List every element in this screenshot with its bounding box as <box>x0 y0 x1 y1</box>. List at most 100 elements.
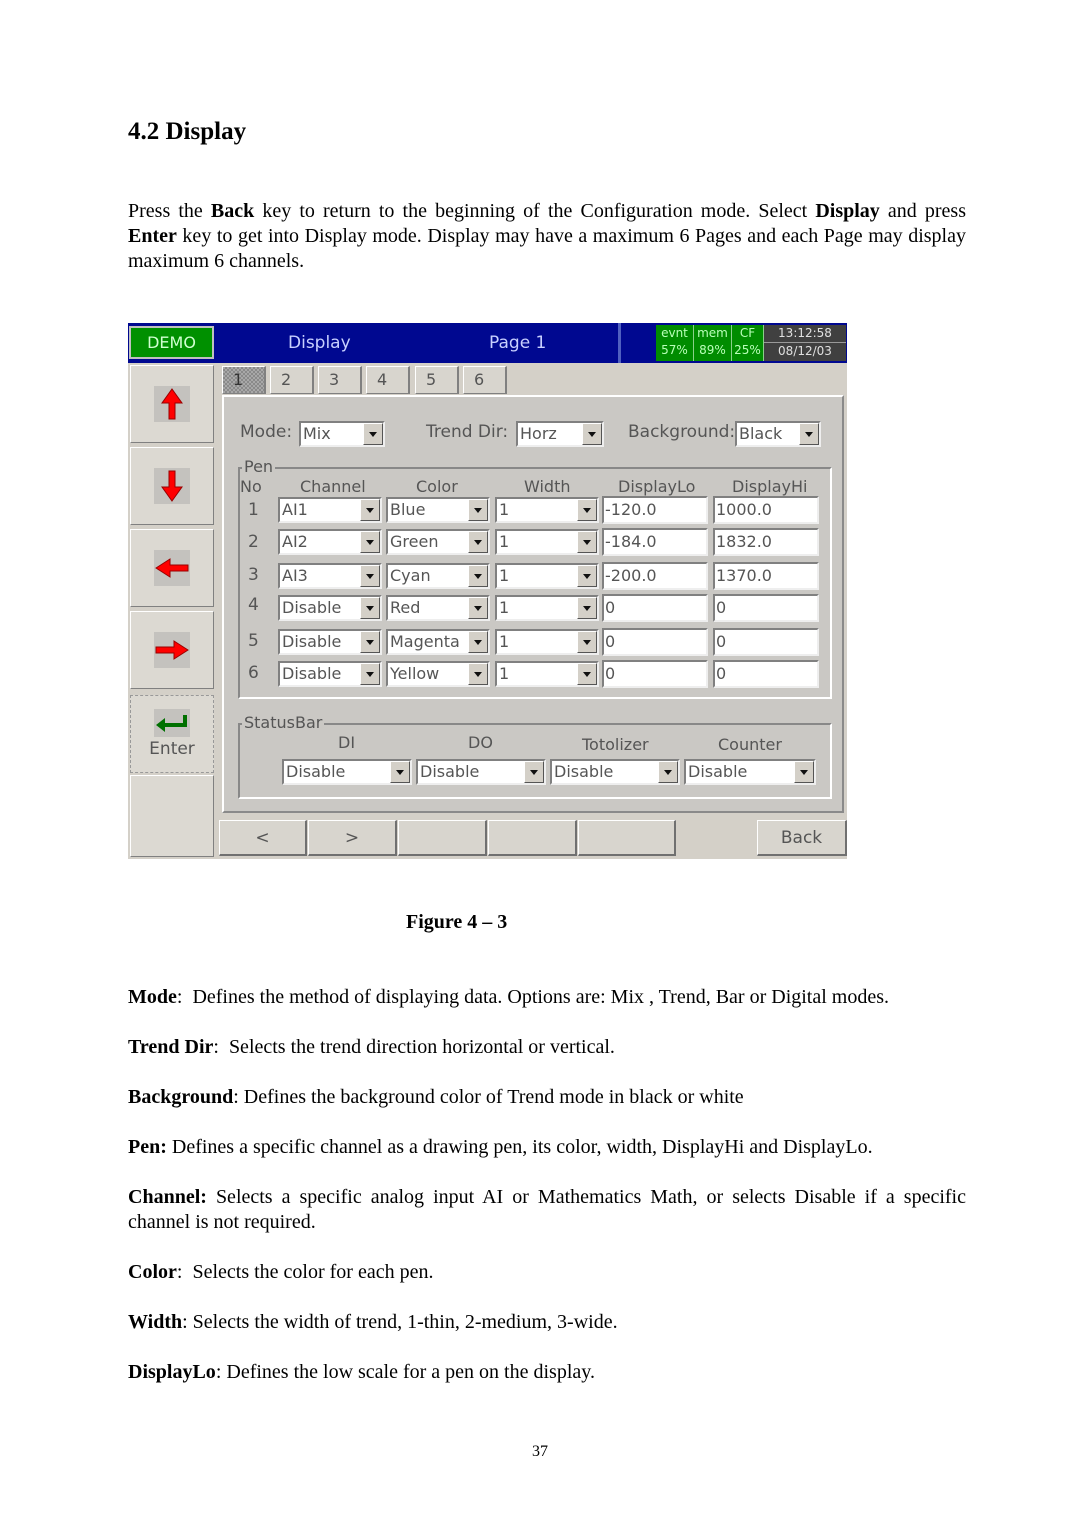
di-select[interactable]: Disable <box>282 759 412 785</box>
definition-text: Selects a specific analog input AI or Ma… <box>128 1186 966 1233</box>
chevron-down-icon[interactable] <box>577 531 597 553</box>
tab-page-5[interactable]: 5 <box>415 366 459 394</box>
status-label: CF <box>739 326 756 340</box>
tab-page-1[interactable]: 1 <box>222 366 266 394</box>
chevron-down-icon[interactable] <box>390 761 410 783</box>
displayhi-input[interactable]: 0 <box>713 594 819 622</box>
right-button[interactable] <box>130 611 214 689</box>
left-button[interactable] <box>130 529 214 607</box>
displayhi-input[interactable]: 1370.0 <box>713 562 819 590</box>
do-select[interactable]: Disable <box>416 759 546 785</box>
chevron-down-icon[interactable] <box>794 761 814 783</box>
tab-page-4[interactable]: 4 <box>366 366 410 394</box>
color-select[interactable]: Red <box>386 595 490 621</box>
displayhi-input[interactable]: 0 <box>713 628 819 656</box>
totolizer-select[interactable]: Disable <box>550 759 680 785</box>
chevron-down-icon[interactable] <box>360 531 380 553</box>
counter-value: Disable <box>688 762 748 781</box>
channel-select[interactable]: AI1 <box>278 497 382 523</box>
status-cf: CF 25% <box>732 325 764 361</box>
chevron-down-icon[interactable] <box>577 663 597 685</box>
channel-select[interactable]: Disable <box>278 661 382 687</box>
channel-select[interactable]: AI3 <box>278 563 382 589</box>
tab-page-6[interactable]: 6 <box>463 366 507 394</box>
chevron-down-icon[interactable] <box>582 423 602 445</box>
chevron-down-icon[interactable] <box>360 597 380 619</box>
definition-sep: : <box>215 1361 227 1383</box>
color-select[interactable]: Blue <box>386 497 490 523</box>
displaylo-input[interactable]: -200.0 <box>602 562 708 590</box>
displayhi-input[interactable]: 1832.0 <box>713 528 819 556</box>
width-select[interactable]: 1 <box>495 661 599 687</box>
color-select[interactable]: Yellow <box>386 661 490 687</box>
displaylo-input[interactable]: 0 <box>602 660 708 688</box>
intro-bold-enter: Enter <box>128 225 177 247</box>
width-select[interactable]: 1 <box>495 629 599 655</box>
width-select[interactable]: 1 <box>495 563 599 589</box>
counter-select[interactable]: Disable <box>684 759 816 785</box>
chevron-down-icon[interactable] <box>360 631 380 653</box>
blank-side-button[interactable] <box>130 775 214 857</box>
chevron-down-icon[interactable] <box>360 663 380 685</box>
width-select[interactable]: 1 <box>495 595 599 621</box>
chevron-down-icon[interactable] <box>468 565 488 587</box>
background-select[interactable]: Black <box>735 421 821 447</box>
intro-text: and press <box>879 200 966 222</box>
down-button[interactable] <box>130 447 214 525</box>
chevron-down-icon[interactable] <box>577 597 597 619</box>
enter-button[interactable]: Enter <box>130 695 214 773</box>
definition-term: Color <box>128 1261 177 1283</box>
title-bar: DEMO Display Page 1 evnt 57% mem 89% CF … <box>128 323 847 363</box>
chevron-down-icon[interactable] <box>799 423 819 445</box>
intro-text: key to return to the beginning of the Co… <box>254 200 816 222</box>
blank-button-4[interactable] <box>488 820 577 856</box>
displayhi-input[interactable]: 1000.0 <box>713 496 819 524</box>
background-value: Black <box>739 424 783 443</box>
chevron-down-icon[interactable] <box>360 565 380 587</box>
chevron-down-icon[interactable] <box>360 499 380 521</box>
tab-page-2[interactable]: 2 <box>270 366 314 394</box>
chevron-down-icon[interactable] <box>468 631 488 653</box>
chevron-down-icon[interactable] <box>468 597 488 619</box>
blank-button-3[interactable] <box>398 820 487 856</box>
displaylo-input[interactable]: 0 <box>602 594 708 622</box>
tab-page-3[interactable]: 3 <box>318 366 362 394</box>
chevron-down-icon[interactable] <box>658 761 678 783</box>
displaylo-input[interactable]: -184.0 <box>602 528 708 556</box>
back-button[interactable]: Back <box>757 820 847 856</box>
chevron-down-icon[interactable] <box>577 631 597 653</box>
width-select[interactable]: 1 <box>495 529 599 555</box>
chevron-down-icon[interactable] <box>468 531 488 553</box>
color-value: Blue <box>390 500 426 519</box>
up-button[interactable] <box>130 365 214 443</box>
chevron-down-icon[interactable] <box>524 761 544 783</box>
chevron-down-icon[interactable] <box>577 565 597 587</box>
channel-select[interactable]: Disable <box>278 629 382 655</box>
displaylo-input[interactable]: 0 <box>602 628 708 656</box>
next-button[interactable]: > <box>308 820 397 856</box>
chevron-down-icon[interactable] <box>468 663 488 685</box>
displayhi-input[interactable]: 0 <box>713 660 819 688</box>
definition-sep <box>207 1186 216 1208</box>
color-select[interactable]: Cyan <box>386 563 490 589</box>
intro-paragraph: Press the Back key to return to the begi… <box>128 199 966 274</box>
chevron-down-icon[interactable] <box>468 499 488 521</box>
status-evnt: evnt 57% <box>656 325 694 361</box>
color-select[interactable]: Green <box>386 529 490 555</box>
definition-item: Channel: Selects a specific analog input… <box>128 1185 966 1235</box>
chevron-down-icon[interactable] <box>577 499 597 521</box>
channel-select[interactable]: AI2 <box>278 529 382 555</box>
clock: 13:12:58 08/12/03 <box>764 325 846 361</box>
chevron-down-icon[interactable] <box>363 423 383 445</box>
width-select[interactable]: 1 <box>495 497 599 523</box>
width-value: 1 <box>499 566 510 585</box>
mode-select[interactable]: Mix <box>299 421 385 447</box>
color-select[interactable]: Magenta <box>386 629 490 655</box>
prev-button[interactable]: < <box>219 820 307 856</box>
channel-select[interactable]: Disable <box>278 595 382 621</box>
totolizer-value: Disable <box>554 762 614 781</box>
trend-dir-select[interactable]: Horz <box>516 421 604 447</box>
displaylo-input[interactable]: -120.0 <box>602 496 708 524</box>
status-value: 57% <box>661 343 688 357</box>
blank-button-5[interactable] <box>578 820 676 856</box>
